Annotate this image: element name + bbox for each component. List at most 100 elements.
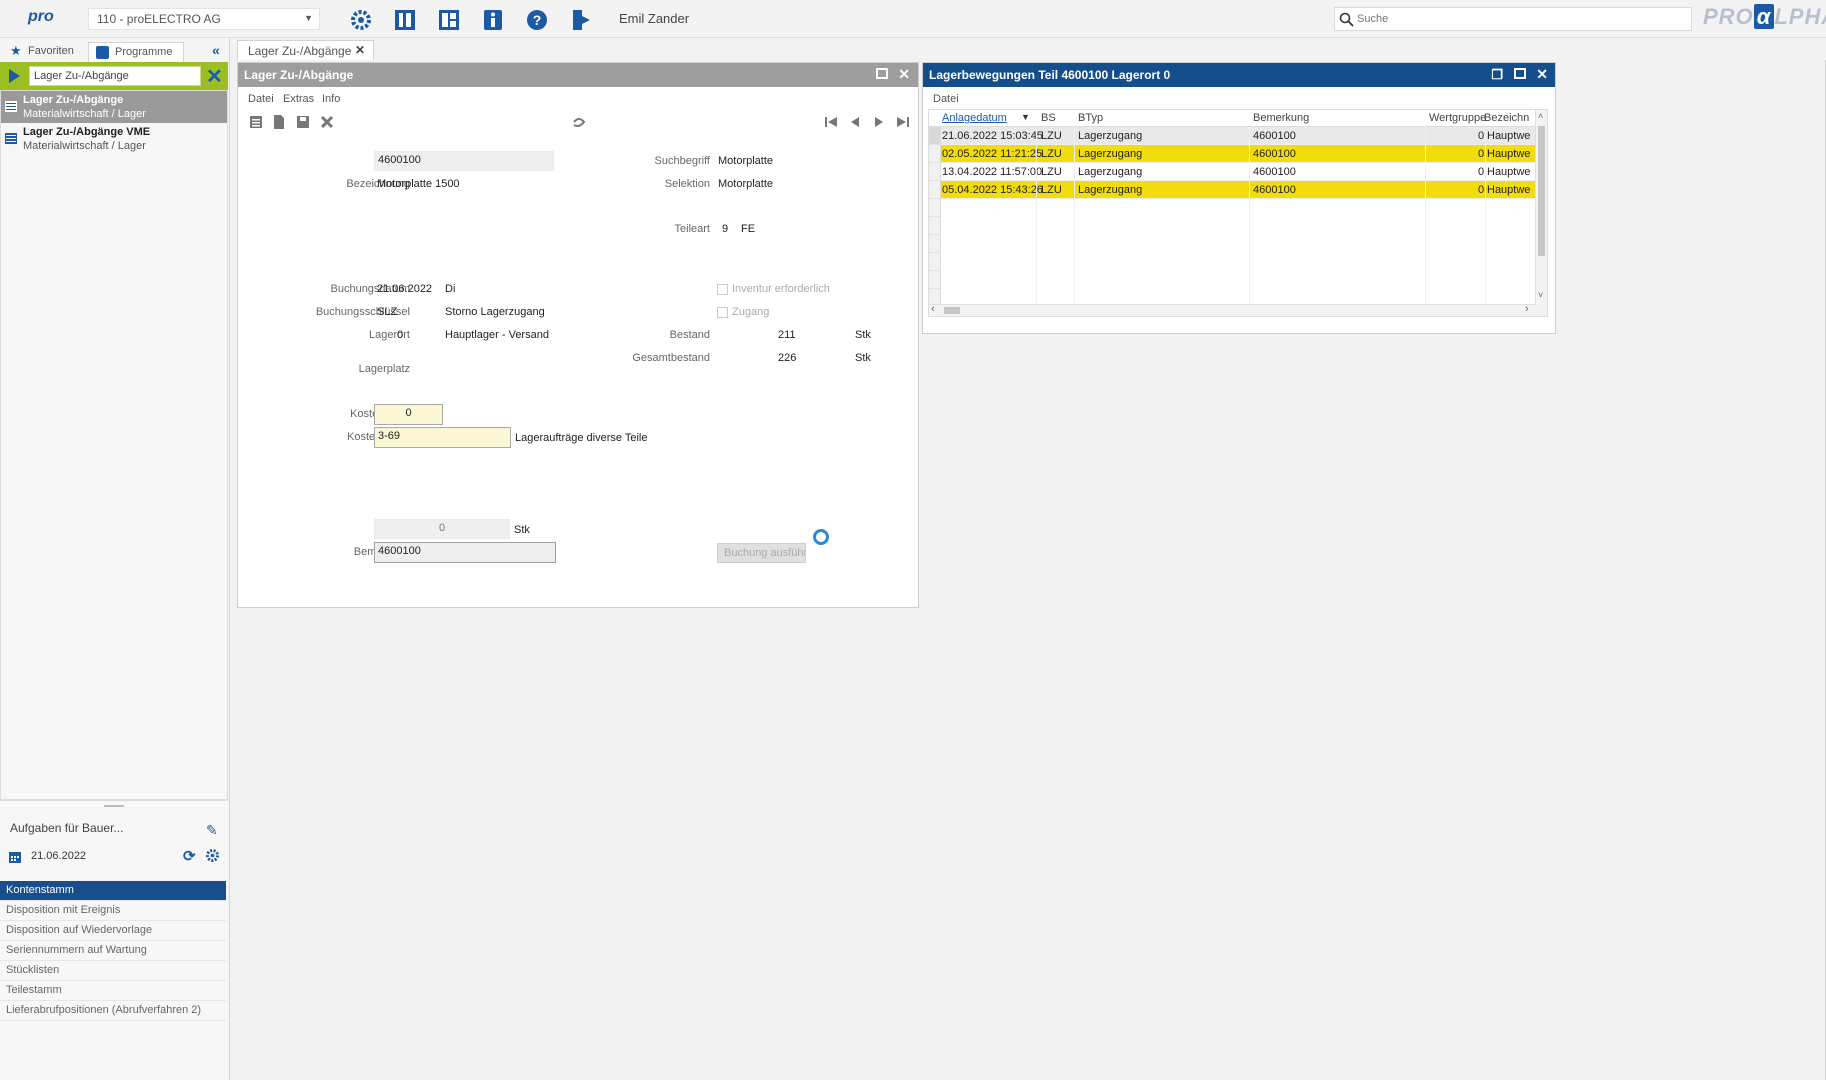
help-icon[interactable]: ? <box>524 7 550 33</box>
maximize-icon[interactable] <box>1514 68 1526 79</box>
run-icon[interactable] <box>9 69 20 83</box>
menge-field[interactable]: 0 <box>374 519 510 539</box>
last-record-icon[interactable] <box>895 114 911 130</box>
result-path: Materialwirtschaft / Lager <box>23 140 146 152</box>
close-icon[interactable]: ✕ <box>1536 66 1548 83</box>
buchung-ausfuehren-button[interactable]: Buchung ausführen <box>717 543 806 563</box>
task-item[interactable]: Teilestamm <box>0 981 226 1001</box>
refresh-icon[interactable]: ⟳ <box>183 847 196 865</box>
global-search[interactable] <box>1334 7 1692 31</box>
clear-search-icon[interactable]: ✕ <box>206 64 223 89</box>
collapse-panel-icon[interactable]: « <box>212 42 220 58</box>
buchungsdatum-value[interactable]: 21.06.2022 <box>377 283 432 295</box>
window-title: Lager Zu-/Abgänge <box>244 68 354 82</box>
tab-programs[interactable]: Programme <box>88 42 184 62</box>
column-header-bemerkung[interactable]: Bemerkung <box>1253 112 1309 124</box>
table-row[interactable]: 21.06.2022 15:03:45 LZU Lagerzugang 4600… <box>941 127 1537 145</box>
previous-record-icon[interactable] <box>847 114 863 130</box>
teil-field[interactable]: 4600100 <box>374 151 554 171</box>
splitter-handle[interactable] <box>104 805 124 807</box>
vertical-scrollbar[interactable]: ˄ ˅ <box>1535 110 1547 316</box>
task-item[interactable]: Disposition auf Wiedervorlage <box>0 921 226 941</box>
save-icon[interactable] <box>295 114 311 130</box>
zugang-checkbox[interactable] <box>717 307 728 318</box>
table-row[interactable]: 05.04.2022 15:43:26 LZU Lagerzugang 4600… <box>941 181 1537 199</box>
kostentraeger-field[interactable]: 3-69 <box>374 427 511 448</box>
inventur-checkbox[interactable] <box>717 284 728 295</box>
settings-gear-icon[interactable] <box>205 848 220 863</box>
search-icon <box>1339 12 1354 27</box>
result-title: Lager Zu-/Abgänge <box>23 94 124 106</box>
company-select-value: 110 - proELECTRO AG <box>97 12 221 26</box>
lagerort-value[interactable]: 0 <box>397 329 403 341</box>
row-selector <box>929 235 941 253</box>
tab-lager-zu-abgaenge[interactable]: Lager Zu-/Abgänge ✕ <box>237 40 374 60</box>
row-selector-icon[interactable] <box>929 127 941 145</box>
first-record-icon[interactable] <box>823 114 839 130</box>
scrollbar-thumb[interactable] <box>944 307 960 314</box>
program-search-input[interactable] <box>29 66 201 86</box>
lagerplatz-label: Lagerplatz <box>358 363 410 375</box>
scroll-up-icon[interactable]: ˄ <box>1538 111 1543 121</box>
task-item[interactable]: Seriennummern auf Wartung <box>0 941 226 961</box>
panel-icon[interactable] <box>392 7 418 33</box>
task-item[interactable]: Disposition mit Ereignis <box>0 901 226 921</box>
scroll-left-icon[interactable]: ‹ <box>931 303 935 315</box>
bemerkung-field[interactable]: 4600100 <box>374 542 556 563</box>
menge-unit: Stk <box>514 524 530 536</box>
menu-info[interactable]: Info <box>322 93 340 105</box>
buchungsschluessel-value[interactable]: SLZ <box>377 306 397 318</box>
row-selector <box>929 253 941 271</box>
search-input[interactable] <box>1357 11 1677 27</box>
tasks-date: 21.06.2022 <box>31 850 87 862</box>
buchungsdatum-day: Di <box>445 283 456 295</box>
delete-icon[interactable] <box>319 114 335 130</box>
close-tab-icon[interactable]: ✕ <box>355 43 365 57</box>
maximize-icon[interactable] <box>876 68 888 79</box>
column-header-bs[interactable]: BS <box>1041 112 1056 124</box>
horizontal-scrollbar[interactable]: ‹ › <box>929 303 1537 316</box>
left-panel-tabs: ★ Favoriten Programme « <box>0 40 230 62</box>
column-header-btyp[interactable]: BTyp <box>1078 112 1103 124</box>
kostentraeger-text: Lageraufträge diverse Teile <box>515 432 648 444</box>
result-item[interactable]: Lager Zu-/Abgänge VME Materialwirtschaft… <box>1 123 227 155</box>
column-divider <box>1485 127 1486 307</box>
row-selector[interactable] <box>929 181 941 199</box>
row-selector[interactable] <box>929 163 941 181</box>
open-list-icon[interactable] <box>248 114 264 130</box>
scrollbar-thumb[interactable] <box>1538 126 1545 256</box>
row-selector[interactable] <box>929 145 941 163</box>
program-icon <box>4 131 18 145</box>
task-item[interactable]: Stücklisten <box>0 961 226 981</box>
logout-icon[interactable] <box>568 7 594 33</box>
new-document-icon[interactable] <box>271 114 287 130</box>
result-item[interactable]: Lager Zu-/Abgänge Materialwirtschaft / L… <box>1 91 227 123</box>
edit-user-icon[interactable]: ✎ <box>206 822 218 839</box>
column-divider <box>1074 127 1075 307</box>
undo-icon[interactable] <box>571 114 587 130</box>
company-select[interactable]: 110 - proELECTRO AG ▼ <box>88 8 320 30</box>
info-icon[interactable] <box>480 7 506 33</box>
layout-icon[interactable] <box>436 7 462 33</box>
task-item[interactable]: Lieferabrufpositionen (Abrufverfahren 2) <box>0 1001 226 1021</box>
next-record-icon[interactable] <box>871 114 887 130</box>
table-row[interactable]: 02.05.2022 11:21:25 LZU Lagerzugang 4600… <box>941 145 1537 163</box>
zugang-label: Zugang <box>732 306 770 318</box>
settings-gear-icon[interactable] <box>348 7 374 33</box>
tab-favorites[interactable]: ★ Favoriten <box>2 42 86 62</box>
table-row[interactable]: 13.04.2022 11:57:00 LZU Lagerzugang 4600… <box>941 163 1537 181</box>
column-header-anlagedatum[interactable]: Anlagedatum <box>942 112 1007 124</box>
menu-datei[interactable]: Datei <box>933 93 959 105</box>
scroll-down-icon[interactable]: ˅ <box>1538 290 1543 300</box>
menu-extras[interactable]: Extras <box>283 93 314 105</box>
calendar-icon[interactable] <box>8 850 22 864</box>
menu-datei[interactable]: Datei <box>248 93 274 105</box>
selektion-label: Selektion <box>664 178 710 190</box>
kostenstelle-field[interactable]: 0 <box>374 404 443 425</box>
restore-icon[interactable]: ❐ <box>1491 67 1503 83</box>
task-item[interactable]: Kontenstamm <box>0 881 226 901</box>
close-icon[interactable]: ✕ <box>898 66 910 83</box>
scroll-right-icon[interactable]: › <box>1525 303 1529 315</box>
column-header-bezeichnung[interactable]: Bezeichn <box>1484 112 1538 124</box>
column-header-wertgruppe[interactable]: Wertgruppe <box>1429 112 1486 124</box>
